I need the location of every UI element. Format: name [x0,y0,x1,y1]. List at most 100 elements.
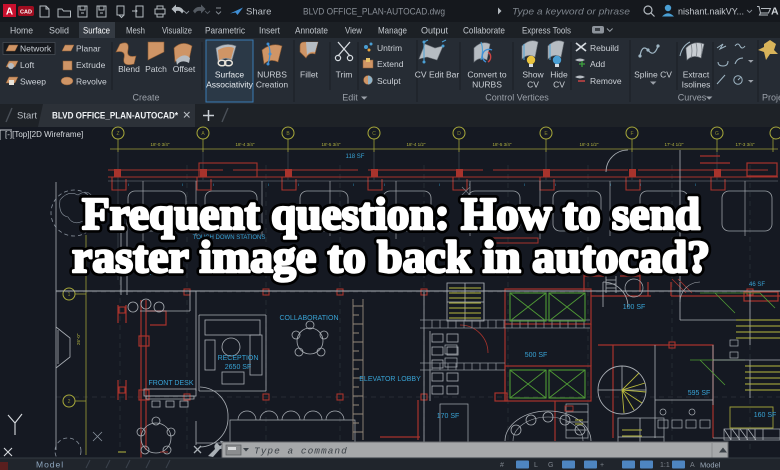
svg-text:G: G [548,462,553,469]
svg-text:F: F [630,131,633,137]
svg-text:17'-3 3/4": 17'-3 3/4" [736,142,755,147]
svg-text:18'-5 3/4": 18'-5 3/4" [322,142,341,147]
svg-text:BLVD OFFICE_PLAN-AUTOCAD*: BLVD OFFICE_PLAN-AUTOCAD* [52,111,178,121]
svg-text:FRONT DESK: FRONT DESK [149,380,194,387]
svg-text:A: A [690,462,695,469]
svg-text:C: C [372,131,376,137]
svg-text:18'-4 1/2": 18'-4 1/2" [407,142,426,147]
svg-text:Add: Add [590,59,605,69]
svg-text:Fillet: Fillet [300,70,319,80]
svg-text:500 SF: 500 SF [525,352,548,359]
svg-text:118 SF: 118 SF [346,154,365,160]
svg-text:L: L [534,462,538,469]
svg-text:Edit: Edit [342,93,358,103]
svg-text:NURBS: NURBS [257,70,287,80]
svg-text:Hide: Hide [550,70,568,80]
svg-text:CAD: CAD [20,10,32,16]
svg-text:I: I [439,182,440,187]
svg-text:17'-4 1/2": 17'-4 1/2" [665,142,684,147]
svg-text:Rebuild: Rebuild [590,43,619,53]
svg-text:Start: Start [17,111,37,122]
svg-text:I: I [298,182,299,187]
svg-text:Trim: Trim [336,70,353,80]
svg-text:I: I [268,182,269,187]
svg-text:Type a command: Type a command [254,446,348,457]
svg-text:Sweep: Sweep [20,77,46,87]
svg-text:Loft: Loft [20,60,35,70]
svg-text:Mesh: Mesh [126,26,145,37]
svg-text:160 SF: 160 SF [754,412,777,419]
svg-text:+: + [600,462,604,469]
svg-text:170 SF: 170 SF [437,413,460,420]
svg-text:Share: Share [246,7,271,18]
svg-text:COLLABORATION: COLLABORATION [280,315,339,322]
svg-text:Create: Create [132,93,159,103]
svg-text:View: View [345,26,362,37]
svg-text:Visualize: Visualize [162,26,192,37]
svg-text:Sculpt: Sculpt [377,76,401,86]
svg-text:18'-4 3/4": 18'-4 3/4" [236,142,255,147]
svg-text:Network: Network [20,44,52,54]
svg-text:I: I [128,182,129,187]
svg-text:CV: CV [553,80,565,90]
svg-text:2650 SF: 2650 SF [225,364,251,371]
svg-text:Untrim: Untrim [377,43,402,53]
svg-text:NURBS: NURBS [472,80,502,90]
svg-text:Model: Model [700,461,721,470]
svg-text:26'-0": 26'-0" [76,333,81,345]
svg-text:Convert to: Convert to [467,70,506,80]
svg-text:D: D [457,131,461,137]
svg-text:Show: Show [522,70,544,80]
svg-text:1:1: 1:1 [660,462,670,469]
svg-text:A: A [6,7,13,18]
svg-text:Home: Home [10,26,33,37]
svg-text:Extend: Extend [377,59,404,69]
svg-text:Creation: Creation [256,80,288,90]
svg-text:18'-0 3/4": 18'-0 3/4" [151,142,170,147]
svg-text:Express Tools: Express Tools [522,26,571,37]
svg-text:Spline CV: Spline CV [634,70,672,80]
svg-text:Offset: Offset [173,64,196,74]
svg-text:Output: Output [421,26,448,37]
svg-text:nishant.naikVY...: nishant.naikVY... [678,7,744,18]
svg-text:Isolines: Isolines [682,80,711,90]
svg-text:I: I [182,182,183,187]
svg-text:Surface: Surface [83,26,110,37]
svg-text:2: 2 [68,399,71,405]
svg-text:CV: CV [527,80,539,90]
svg-text:Insert: Insert [259,26,280,37]
svg-text:Associativity: Associativity [206,80,254,90]
svg-text:Model: Model [36,460,64,470]
svg-text:G: G [715,131,719,137]
svg-text:I: I [384,182,385,187]
svg-text:Planar: Planar [76,44,101,54]
svg-text:Manage: Manage [378,26,407,37]
svg-text:CV Edit Bar: CV Edit Bar [415,70,460,80]
svg-text:Extract: Extract [683,70,710,80]
svg-text:RECEPTION: RECEPTION [218,355,259,362]
svg-text:Extrude: Extrude [76,60,106,70]
svg-text:100 SF: 100 SF [623,304,646,311]
svg-text:Annotate: Annotate [295,26,328,37]
svg-text:#: # [500,462,504,469]
svg-text:Surface: Surface [215,70,245,80]
svg-text:1: 1 [68,292,71,298]
svg-text:I: I [695,182,696,187]
svg-text:I: I [555,182,556,187]
svg-text:Control Vertices: Control Vertices [485,93,549,103]
svg-text:Curves: Curves [678,93,707,103]
svg-text:ELEVATOR LOBBY: ELEVATOR LOBBY [359,376,421,383]
svg-text:Remove: Remove [590,76,622,86]
svg-text:Z: Z [116,131,119,137]
svg-text:Parametric: Parametric [205,26,245,37]
svg-text:I: I [524,182,525,187]
svg-text:I: I [213,182,214,187]
svg-text:Blend: Blend [118,64,140,74]
svg-text:18'-3 1/2": 18'-3 1/2" [580,142,599,147]
svg-text:Type a keyword or phrase: Type a keyword or phrase [512,7,630,18]
svg-text:46 SF: 46 SF [749,282,765,288]
svg-text:Patch: Patch [145,64,167,74]
svg-text:18'-5 3/4": 18'-5 3/4" [493,142,512,147]
svg-text:BLVD OFFICE_PLAN-AUTOCAD.dwg: BLVD OFFICE_PLAN-AUTOCAD.dwg [303,7,445,18]
svg-text:raster image to back in autoca: raster image to back in autocad? [72,231,710,282]
